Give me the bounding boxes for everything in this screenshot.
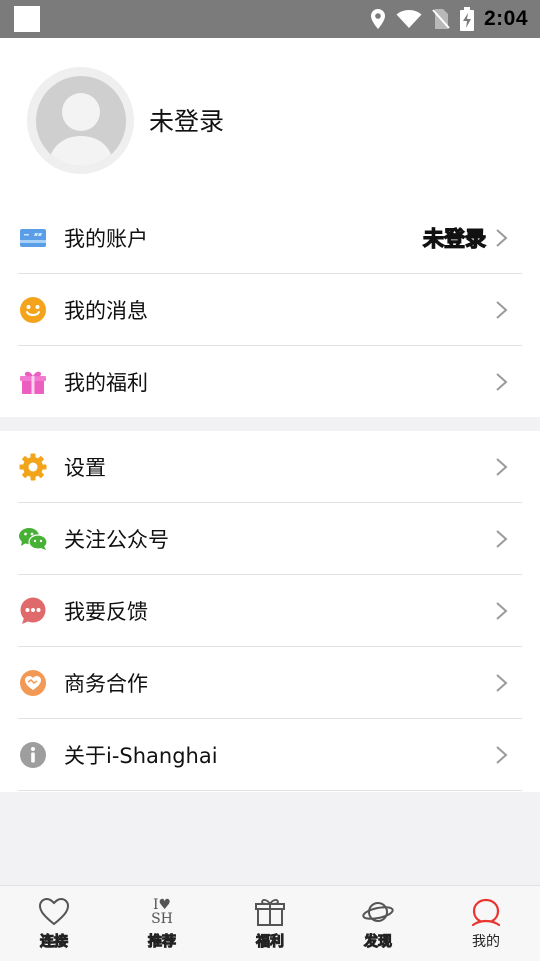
- chevron-right-icon: [496, 530, 508, 548]
- heart-outline-icon: [38, 897, 70, 926]
- menu-item-messages[interactable]: 我的消息: [0, 274, 540, 346]
- wifi-icon: [396, 10, 422, 28]
- bottom-tab-bar: 连接 I♥ SH 推荐 福利 发现 我的: [0, 885, 540, 961]
- handshake-icon: [18, 668, 48, 698]
- menu-item-label: 我的账户: [64, 227, 148, 251]
- no-sim-icon: [432, 9, 450, 29]
- menu-item-label: 我的消息: [64, 299, 148, 323]
- login-status[interactable]: 未登录: [149, 102, 224, 138]
- menu-item-follow-official-account[interactable]: 关注公众号: [0, 503, 540, 575]
- divider: [18, 790, 522, 791]
- menu-item-settings[interactable]: 设置: [0, 431, 540, 503]
- chevron-right-icon: [496, 229, 508, 247]
- menu-item-feedback[interactable]: 我要反馈: [0, 575, 540, 647]
- menu-item-label: 我要反馈: [64, 600, 148, 624]
- menu-item-label: 关注公众号: [64, 528, 169, 552]
- status-icons: 2:04: [370, 0, 528, 38]
- chevron-right-icon: [496, 674, 508, 692]
- chevron-right-icon: [496, 746, 508, 764]
- tab-discover[interactable]: 发现: [324, 886, 432, 961]
- gift-icon: [18, 367, 48, 397]
- person-icon: [471, 898, 501, 927]
- chevron-right-icon: [496, 373, 508, 391]
- notification-icon: [14, 6, 40, 32]
- menu-group-settings: 设置 关注公众号 我要反馈 商务合作 关于i-Shanghai: [0, 431, 540, 792]
- tab-benefits[interactable]: 福利: [216, 886, 324, 961]
- menu-item-account[interactable]: 我的账户 未登录: [0, 202, 540, 274]
- default-user-icon: [35, 75, 126, 166]
- menu-item-label: 商务合作: [64, 672, 148, 696]
- menu-item-business-cooperation[interactable]: 商务合作: [0, 647, 540, 719]
- location-icon: [370, 9, 385, 29]
- menu-item-benefits[interactable]: 我的福利: [0, 346, 540, 418]
- info-icon: [18, 740, 48, 770]
- gear-icon: [18, 452, 48, 482]
- menu-item-about[interactable]: 关于i-Shanghai: [0, 719, 540, 791]
- wechat-icon: [18, 524, 48, 554]
- tab-recommend[interactable]: I♥ SH 推荐: [108, 886, 216, 961]
- chevron-right-icon: [496, 602, 508, 620]
- battery-charging-icon: [459, 7, 474, 31]
- menu-item-label: 设置: [64, 456, 106, 480]
- avatar[interactable]: [27, 67, 134, 174]
- status-bar: 2:04: [0, 0, 540, 38]
- tab-label: 推荐: [148, 934, 177, 951]
- tab-label: 福利: [256, 934, 285, 951]
- smiley-icon: [18, 295, 48, 325]
- tab-label: 发现: [364, 934, 393, 951]
- menu-item-label: 关于i-Shanghai: [64, 744, 218, 768]
- planet-icon: [362, 902, 394, 922]
- chevron-right-icon: [496, 301, 508, 319]
- menu-item-label: 我的福利: [64, 371, 148, 395]
- profile-header: 未登录: [0, 38, 540, 202]
- tab-me[interactable]: 我的: [432, 886, 540, 961]
- account-status-value: 未登录: [422, 226, 486, 251]
- card-icon: [18, 223, 48, 253]
- chat-bubble-icon: [18, 596, 48, 626]
- gift-outline-icon: [255, 899, 285, 926]
- clock-time: 2:04: [483, 7, 528, 30]
- i-love-sh-icon: I♥ SH: [151, 897, 173, 927]
- logo-letters-sh: SH: [151, 911, 173, 927]
- tab-connect[interactable]: 连接: [0, 886, 108, 961]
- chevron-right-icon: [496, 458, 508, 476]
- tab-label: 连接: [40, 934, 69, 951]
- tab-label: 我的: [472, 934, 500, 950]
- menu-group-account: 我的账户 未登录 我的消息 我的福利: [0, 202, 540, 417]
